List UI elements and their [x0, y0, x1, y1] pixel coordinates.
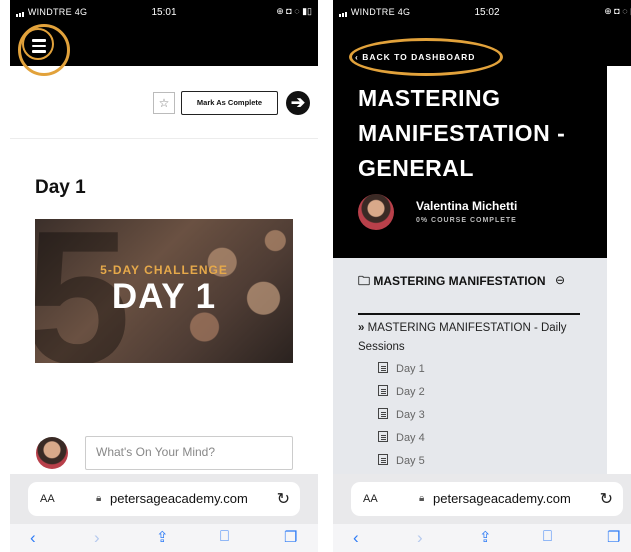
- lesson-group-title[interactable]: » MASTERING MANIFESTATION - Daily Sessio…: [358, 319, 598, 357]
- comment-input[interactable]: What's On Your Mind?: [85, 436, 293, 470]
- back-icon[interactable]: ‹: [30, 528, 36, 548]
- folder-icon: 🗀︎: [358, 274, 374, 288]
- lesson-item[interactable]: Day 4: [378, 431, 425, 444]
- avatar: [358, 194, 394, 230]
- document-icon: [378, 362, 388, 373]
- status-bar: WINDTRE 4G 15:01 ⊕ ◘ ◌ ▮▯: [10, 0, 318, 24]
- video-thumbnail[interactable]: 5 5-DAY CHALLENGE DAY 1: [35, 219, 293, 363]
- url-text[interactable]: petersageacademy.com: [433, 491, 571, 506]
- url-text[interactable]: petersageacademy.com: [110, 491, 248, 506]
- browser-address-area: AA 🔒︎ petersageacademy.com ↻: [333, 474, 631, 524]
- reload-icon[interactable]: ↻: [277, 489, 290, 509]
- lesson-item[interactable]: Day 3: [378, 408, 425, 421]
- lesson-item[interactable]: Day 5: [378, 454, 425, 467]
- page-content-edge: [607, 66, 631, 474]
- lock-icon: 🔒︎: [96, 493, 102, 504]
- document-icon: [378, 385, 388, 396]
- status-time: 15:01: [151, 7, 177, 18]
- module-title[interactable]: 🗀︎ MASTERING MANIFESTATION: [358, 271, 568, 292]
- back-icon[interactable]: ‹: [353, 528, 359, 548]
- status-icons: ⊕ ◘ ◌ ▮: [604, 6, 631, 16]
- phone-screenshot-right: WINDTRE 4G 15:02 ⊕ ◘ ◌ ▮ ‹ BACK TO DASHB…: [333, 0, 631, 552]
- phone-screenshot-left: WINDTRE 4G 15:01 ⊕ ◘ ◌ ▮▯ ☆ Mark As Comp…: [10, 0, 318, 552]
- reader-settings-button[interactable]: AA: [40, 493, 55, 505]
- tabs-icon[interactable]: ❐: [284, 528, 297, 546]
- course-sidebar: 🗀︎ MASTERING MANIFESTATION ⊖ » MASTERING…: [333, 258, 607, 474]
- user-name: Valentina Michetti: [416, 199, 518, 213]
- course-title: MASTERING MANIFESTATION - GENERAL: [358, 85, 566, 181]
- address-bar[interactable]: AA 🔒︎ petersageacademy.com ↻: [351, 482, 623, 516]
- reload-icon[interactable]: ↻: [600, 489, 613, 509]
- next-lesson-button[interactable]: ➔: [286, 91, 310, 115]
- avatar: [36, 437, 68, 469]
- double-chevron-icon: »: [358, 322, 365, 334]
- lesson-item[interactable]: Day 1: [378, 362, 425, 375]
- lesson-item[interactable]: Day 2: [378, 385, 425, 398]
- bookmarks-icon[interactable]: ⎕: [543, 528, 552, 545]
- document-icon: [378, 408, 388, 419]
- document-icon: [378, 454, 388, 465]
- status-icons: ⊕ ◘ ◌ ▮▯: [276, 6, 312, 16]
- thumbnail-title: DAY 1: [111, 277, 217, 316]
- mark-complete-button[interactable]: Mark As Complete: [181, 91, 278, 115]
- forward-icon[interactable]: ›: [417, 528, 423, 548]
- lock-icon: 🔒︎: [419, 493, 425, 504]
- favorite-star-button[interactable]: ☆: [153, 92, 175, 114]
- module-toggle-icon[interactable]: ⊖: [555, 273, 565, 287]
- highlight-ring: [349, 38, 503, 76]
- browser-toolbar: ‹ › ⇪ ⎕ ❐: [333, 524, 631, 552]
- arrow-right-icon: ➔: [290, 93, 306, 112]
- browser-address-area: AA 🔒︎ petersageacademy.com ↻: [10, 474, 318, 524]
- address-bar[interactable]: AA 🔒︎ petersageacademy.com ↻: [28, 482, 300, 516]
- module-divider: [358, 313, 580, 315]
- share-icon[interactable]: ⇪: [479, 528, 492, 546]
- status-bar: WINDTRE 4G 15:02 ⊕ ◘ ◌ ▮: [333, 0, 631, 24]
- lesson-title: Day 1: [35, 177, 86, 198]
- bookmarks-icon[interactable]: ⎕: [220, 528, 229, 545]
- status-time: 15:02: [474, 7, 500, 18]
- document-icon: [378, 431, 388, 442]
- tabs-icon[interactable]: ❐: [607, 528, 620, 546]
- thumbnail-subtitle: 5-DAY CHALLENGE: [100, 263, 228, 277]
- forward-icon[interactable]: ›: [94, 528, 100, 548]
- browser-toolbar: ‹ › ⇪ ⎕ ❐: [10, 524, 318, 552]
- course-progress-label: 0% COURSE COMPLETE: [416, 217, 517, 224]
- share-icon[interactable]: ⇪: [156, 528, 169, 546]
- reader-settings-button[interactable]: AA: [363, 493, 378, 505]
